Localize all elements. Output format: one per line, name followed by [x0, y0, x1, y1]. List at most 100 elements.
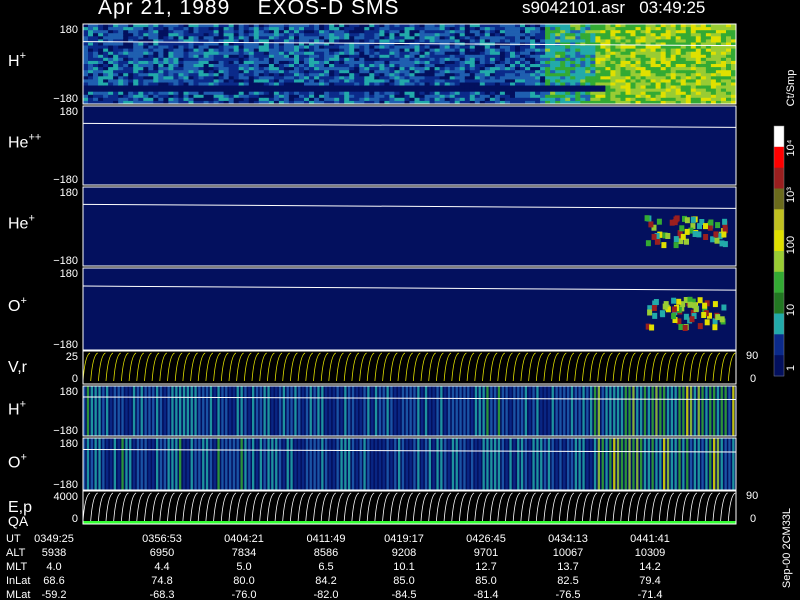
spectrogram-cell: [243, 88, 250, 93]
spectrogram-cell: [208, 73, 215, 77]
spectrogram-cell: [309, 88, 315, 93]
row-label: MLT: [6, 561, 27, 573]
spectrogram-cell: [595, 45, 601, 50]
spectrogram-cell: [720, 67, 727, 71]
spectrogram-cell: [188, 33, 194, 37]
spectrogram-cell: [570, 27, 576, 31]
spectrogram-cell: [369, 57, 375, 62]
spectrogram-stripe: [305, 438, 309, 490]
spectrogram-stripe: [597, 438, 600, 490]
spectrogram-cell: [479, 33, 486, 37]
spectrogram-cell: [148, 24, 154, 28]
spectrogram-cell: [263, 33, 270, 37]
spectrogram-cell: [339, 39, 345, 43]
spectrogram-cell: [535, 36, 541, 40]
spectrogram-cell: [464, 24, 471, 28]
spectrogram-cell: [359, 27, 365, 31]
spectrogram-stripe: [528, 438, 531, 490]
spectrogram-cell: [198, 45, 204, 50]
spectrogram-cell: [685, 79, 692, 83]
spectrogram-cell: [299, 79, 305, 83]
spectrogram-cell: [108, 97, 114, 102]
spectrogram-cell: [118, 60, 124, 65]
spectrogram-stripe: [659, 438, 662, 490]
spectrogram-cell: [565, 76, 571, 80]
spectrogram-cell: [434, 36, 441, 40]
spectrogram-cell: [93, 45, 99, 50]
spectrogram-cell: [635, 57, 641, 62]
spectrogram-cell: [153, 57, 159, 62]
spectrogram-cell: [464, 85, 471, 90]
panel-label: He+: [8, 213, 35, 233]
spectrogram-cell: [499, 67, 506, 71]
spectrogram-cell: [550, 60, 556, 65]
spectrogram-cell: [459, 73, 466, 77]
spectrogram-stripe: [555, 386, 558, 436]
spectrogram-cell: [570, 33, 576, 37]
spectrogram-cell: [288, 45, 295, 50]
spectrogram-cell: [188, 51, 194, 56]
spectrogram-cell: [203, 60, 210, 65]
spectrogram-cell: [575, 64, 581, 68]
spectrogram-cell: [173, 45, 179, 50]
spectrogram-cell: [98, 76, 104, 80]
spectrogram-cell: [198, 27, 204, 31]
spectrogram-cell: [700, 48, 707, 53]
spectrogram-cell: [379, 73, 385, 77]
spectrogram-cell: [720, 45, 727, 50]
spectrogram-cell: [454, 64, 461, 68]
spectrogram-cell: [253, 51, 260, 56]
spectrogram-cell: [474, 45, 481, 50]
spectrogram-cell: [369, 97, 375, 102]
spectrogram-cell: [193, 45, 199, 50]
spectrogram-cell: [233, 36, 240, 40]
spectrogram-cell: [565, 67, 571, 71]
spectrogram-cell: [630, 27, 636, 31]
spectrogram-cell: [595, 85, 601, 90]
spectrogram-cell: [630, 57, 636, 62]
spectrogram-cell: [665, 57, 672, 62]
spectrogram-stripe: [709, 386, 712, 436]
panel-label-sup: ++: [28, 132, 41, 144]
spectrogram-cell: [123, 91, 129, 96]
spectrogram-stripe: [113, 438, 116, 490]
spectrogram-cell: [399, 51, 405, 56]
spectrogram-cell: [379, 51, 385, 56]
spectrogram-cell: [695, 36, 702, 40]
spectrogram-cell: [188, 36, 194, 40]
spectrogram-cell: [248, 51, 255, 56]
spectrogram-cell: [359, 88, 365, 93]
spectrogram-stripe: [670, 386, 673, 436]
spectrogram-cell: [504, 73, 511, 77]
spectrogram-cell: [635, 73, 641, 77]
spectrogram-cell: [590, 39, 596, 43]
spectrogram-cell: [590, 76, 596, 80]
spectrogram-stripe: [382, 386, 385, 436]
spectrogram-cell: [268, 76, 275, 80]
spectrogram-cell: [671, 313, 677, 320]
spectrogram-cell: [499, 76, 506, 80]
spectrogram-stripe: [167, 386, 170, 436]
spectrogram-cell: [695, 76, 702, 80]
spectrogram-cell: [424, 45, 431, 50]
spectrogram-cell: [218, 79, 225, 83]
spectrogram-cell: [88, 76, 94, 80]
spectrogram-cell: [545, 48, 551, 53]
spectrogram-cell: [404, 60, 410, 65]
spectrogram-stripe: [436, 438, 439, 490]
spectrogram-cell: [575, 39, 581, 43]
spectrogram-cell: [720, 33, 727, 37]
spectrogram-cell: [575, 27, 581, 31]
spectrogram-cell: [153, 91, 159, 96]
colorbar-swatch: [774, 355, 784, 377]
spectrogram-cell: [168, 67, 174, 71]
spectrogram-cell: [288, 51, 295, 56]
spectrogram-cell: [695, 60, 702, 65]
spectrogram-cell: [263, 57, 270, 62]
spectrogram-cell: [494, 24, 501, 28]
spectrogram-cell: [133, 64, 139, 68]
spectrogram-cell: [685, 91, 692, 96]
spectrogram-stripe: [459, 386, 462, 436]
spectrogram-cell: [419, 24, 425, 28]
spectrogram-cell: [605, 76, 611, 80]
